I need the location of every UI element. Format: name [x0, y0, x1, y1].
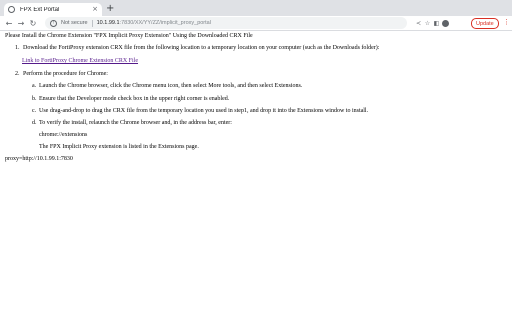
address-bar[interactable]: ! Not secure 10.1.99.1:7830/XX/YY/ZZ/imp… — [45, 17, 407, 29]
substep-b-number: b. — [32, 96, 37, 102]
tab-title: FPX Ext Portal — [20, 6, 60, 13]
reload-button[interactable]: ↻ — [27, 17, 39, 29]
substep-d-number: d. — [32, 120, 37, 126]
substep-d-text: To verify the install, relaunch the Chro… — [39, 120, 232, 126]
step-1-number: 1. — [15, 45, 20, 51]
browser-window: FPX Ext Portal × + ← → ↻ ! Not secure 10… — [0, 0, 512, 320]
new-tab-button[interactable]: + — [106, 4, 114, 14]
avatar — [442, 19, 449, 27]
tab-fpx-ext-portal[interactable]: FPX Ext Portal × — [4, 3, 102, 16]
back-button[interactable]: ← — [3, 17, 15, 29]
url-host: 10.1.99.1 — [96, 20, 120, 26]
url-path: :7830/XX/YY/ZZ/implicit_proxy_portal — [119, 20, 211, 26]
substep-c-number: c. — [32, 108, 37, 114]
forward-button[interactable]: → — [15, 17, 27, 29]
step-2-text: Perform the procedure for Chrome: — [23, 71, 108, 77]
not-secure-label[interactable]: Not secure — [61, 20, 88, 26]
globe-icon — [8, 6, 15, 13]
browser-toolbar: ← → ↻ ! Not secure 10.1.99.1:7830/XX/YY/… — [0, 16, 512, 31]
chrome-menu-icon[interactable]: ⋮ — [503, 18, 510, 27]
step-2-number: 2. — [15, 71, 20, 77]
step-1-text: Download the FortiProxy extension CRX fi… — [23, 45, 380, 51]
warning-icon[interactable]: ! — [50, 19, 57, 27]
extensions-url-text: chrome://extensions — [39, 132, 88, 138]
profile-button[interactable] — [441, 17, 450, 29]
page-heading: Please Install the Chrome Extension "FPX… — [5, 33, 253, 39]
update-button[interactable]: Update — [471, 18, 499, 29]
share-icon[interactable]: ≺ — [414, 17, 423, 29]
substep-c-text: Use drag-and-drop to drag the CRX file f… — [39, 108, 369, 114]
substep-a-number: a. — [32, 83, 37, 89]
verify-note: The FPX Implicit Proxy extension is list… — [39, 144, 199, 150]
toolbar-icons: ≺ ☆ ◧ — [414, 17, 450, 29]
proxy-setting-text: proxy=http://10.1.99.1:7830 — [5, 156, 73, 162]
url-text[interactable]: 10.1.99.1:7830/XX/YY/ZZ/implicit_proxy_p… — [97, 20, 211, 26]
tab-strip: FPX Ext Portal × + — [0, 0, 512, 16]
close-icon[interactable]: × — [92, 6, 98, 13]
side-panel-icon[interactable]: ◧ — [432, 17, 441, 29]
substep-b-text: Ensure that the Developer mode check box… — [39, 96, 230, 102]
crx-download-link[interactable]: Link to FortiProxy Chrome Extension CRX … — [22, 58, 138, 64]
substep-a-text: Launch the Chrome browser, click the Chr… — [39, 83, 303, 89]
page-content: Please Install the Chrome Extension "FPX… — [0, 31, 512, 320]
divider — [91, 19, 93, 27]
bookmark-star-icon[interactable]: ☆ — [423, 17, 432, 29]
